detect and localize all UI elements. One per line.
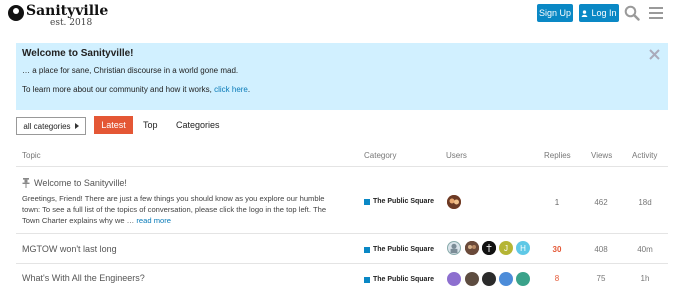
topic-excerpt: Greetings, Friend! There are just a few … — [22, 194, 327, 225]
topic-title-link[interactable]: Welcome to Sanityville! — [34, 178, 127, 188]
avatar-image-icon — [450, 243, 458, 254]
category-dropdown-value: all categories — [23, 121, 71, 131]
category-color-square — [364, 246, 370, 253]
replies-count[interactable]: 8 — [542, 274, 572, 283]
avatar[interactable] — [482, 272, 496, 286]
avatar[interactable]: H — [516, 241, 530, 255]
log-in-label: Log In — [591, 8, 617, 18]
category-badge[interactable]: The Public Square — [364, 246, 434, 253]
avatar[interactable] — [447, 195, 461, 209]
activity-time[interactable]: 40m — [630, 245, 660, 254]
topic-title-link[interactable]: MGTOW won't last long — [22, 244, 117, 254]
site-header: Sanityville est. 2018 Sign Up Log In — [0, 0, 690, 28]
avatar-image-icon — [482, 241, 496, 255]
category-badge[interactable]: The Public Square — [364, 198, 434, 205]
site-logo[interactable]: Sanityville est. 2018 — [8, 4, 108, 28]
banner-learn-more: To learn more about our community and ho… — [22, 85, 251, 94]
sign-up-button[interactable]: Sign Up — [537, 4, 573, 22]
log-in-button[interactable]: Log In — [579, 4, 619, 22]
column-header-topic[interactable]: Topic — [22, 151, 41, 160]
topic-title-link[interactable]: What's With All the Engineers? — [22, 273, 145, 283]
avatar[interactable] — [465, 272, 479, 286]
avatar[interactable] — [447, 241, 461, 255]
header-divider — [16, 166, 668, 167]
avatar[interactable] — [516, 272, 530, 286]
category-color-square — [364, 198, 370, 205]
logo-established: est. 2018 — [50, 18, 93, 28]
activity-time[interactable]: 1h — [630, 274, 660, 283]
person-icon — [582, 9, 588, 17]
row-divider — [16, 233, 668, 234]
column-header-activity[interactable]: Activity — [632, 151, 657, 160]
banner-title: Welcome to Sanityville! — [22, 48, 134, 59]
logo-name: Sanityville — [26, 3, 109, 19]
tab-latest[interactable]: Latest — [94, 116, 133, 134]
banner-tagline: … a place for sane, Christian discourse … — [22, 66, 239, 75]
avatar-image-icon — [465, 241, 479, 255]
replies-count[interactable]: 1 — [542, 198, 572, 207]
column-header-users: Users — [446, 151, 467, 160]
views-count: 408 — [594, 245, 608, 254]
click-here-link[interactable]: click here — [214, 85, 248, 94]
avatar-image-icon — [447, 195, 461, 209]
column-header-replies[interactable]: Replies — [544, 151, 571, 160]
column-header-category: Category — [364, 151, 397, 160]
search-icon[interactable] — [624, 5, 640, 21]
caret-right-icon — [74, 123, 79, 129]
logo-mark-icon — [8, 5, 24, 21]
views-count: 75 — [596, 274, 606, 283]
avatar[interactable] — [482, 241, 496, 255]
hamburger-menu-icon[interactable] — [649, 6, 663, 20]
avatar[interactable] — [465, 241, 479, 255]
tab-top[interactable]: Top — [143, 120, 158, 130]
welcome-banner: Welcome to Sanityville! … a place for sa… — [16, 43, 668, 110]
pin-icon — [22, 178, 30, 188]
category-dropdown[interactable]: all categories — [16, 117, 86, 135]
close-icon[interactable] — [649, 49, 660, 60]
column-header-views[interactable]: Views — [591, 151, 612, 160]
banner-learn-more-text: To learn more about our community and ho… — [22, 85, 215, 94]
replies-count[interactable]: 30 — [542, 245, 572, 254]
read-more-link[interactable]: read more — [136, 216, 171, 225]
activity-time[interactable]: 18d — [630, 198, 660, 207]
avatar[interactable] — [499, 272, 513, 286]
views-count: 462 — [594, 198, 608, 207]
tab-categories[interactable]: Categories — [176, 120, 220, 130]
avatar[interactable] — [447, 272, 461, 286]
row-divider — [16, 263, 668, 264]
avatar[interactable]: J — [499, 241, 513, 255]
